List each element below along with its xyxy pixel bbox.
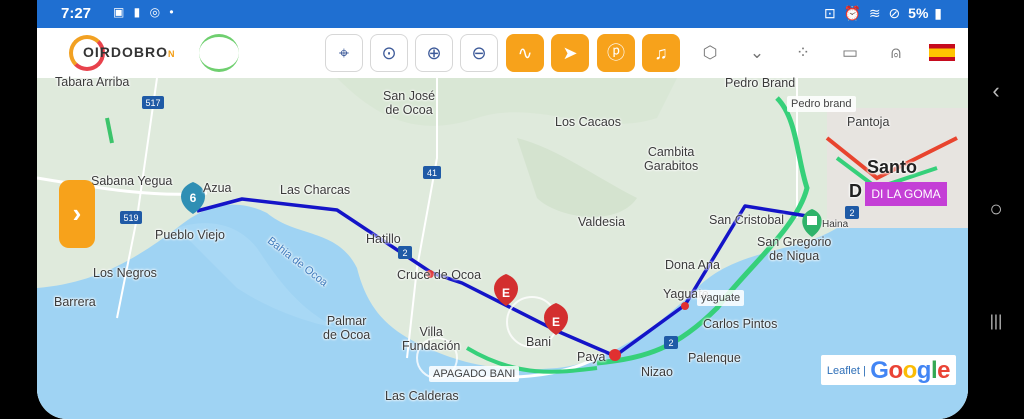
navigate-icon: ➤ (562, 43, 578, 63)
place-carlos-pintos: Carlos Pintos (703, 317, 778, 331)
map-view[interactable]: 517 519 41 2 2 2 6 E E Tabara Arriba San… (37, 75, 968, 419)
locate-icon: ⌖ (338, 43, 350, 63)
locate-button[interactable]: ⌖ (325, 34, 363, 72)
place-pedro-brand: Pedro Brand (725, 76, 796, 90)
place-palmar-de-ocoa: Palmar de Ocoa (323, 314, 371, 342)
leaflet-link[interactable]: Leaflet | (827, 365, 866, 377)
shield-517: 517 (145, 98, 160, 108)
place-barrera: Barrera (54, 295, 96, 309)
android-nav-bar: ‹ ○ ||| (968, 0, 1024, 419)
place-dona-ana: Dona Ana (665, 258, 720, 272)
place-pantoja: Pantoja (847, 115, 890, 129)
logo-text: OIRDOBRO (83, 44, 168, 60)
place-azua: Azua (203, 181, 232, 195)
place-las-calderas: Las Calderas (385, 389, 459, 403)
status-right-icons: ⊡ ⏰ ≋ ⊘ 5% ▮ (823, 5, 944, 21)
place-san-jose-de-ocoa: San José de Ocoa (383, 89, 436, 117)
app-toolbar: OIRDOBRON ⌖ ⊙ ⊕ ⊖ ∿ ➤ ⓟ ♫ ⬡ ⌄ ⁘ ▭ ⍝ (37, 28, 968, 78)
tag-pedro-brand[interactable]: Pedro brand (787, 96, 856, 112)
shield-2a: 2 (402, 248, 407, 258)
marker-e-1: E (502, 286, 510, 300)
place-bani: Bani (526, 335, 552, 349)
place-cambita-garabitos: Cambita Garabitos (644, 145, 699, 173)
alerts-button[interactable]: ♫ (642, 34, 680, 72)
navigate-button[interactable]: ➤ (551, 34, 589, 72)
place-san-gregorio-de-nigua: San Gregorio de Nigua (757, 235, 832, 263)
language-flag-icon[interactable] (929, 44, 955, 61)
pin-button[interactable]: ⊙ (370, 34, 408, 72)
battery-level: 5% (908, 5, 929, 21)
pin-icon: ⊙ (381, 43, 397, 63)
cluster-count: 6 (190, 191, 197, 205)
zoom-out-icon: ⊖ (471, 43, 487, 63)
user-icon[interactable]: ⍝ (883, 40, 909, 66)
place-paya: Paya (577, 350, 606, 364)
marker-e-2: E (552, 315, 560, 329)
back-nav-button[interactable]: ‹ (984, 78, 1008, 104)
poi-label-di-la-goma[interactable]: DI LA GOMA (865, 182, 947, 206)
shield-519: 519 (123, 213, 138, 223)
place-d: D (849, 181, 862, 201)
place-hatillo: Hatillo (366, 232, 401, 246)
zoom-out-button[interactable]: ⊖ (460, 34, 498, 72)
home-nav-button[interactable]: ○ (984, 196, 1008, 222)
place-los-negros: Los Negros (93, 266, 157, 280)
place-sabana-yegua: Sabana Yegua (91, 174, 173, 188)
sidebar-toggle-button[interactable]: › (59, 180, 95, 248)
parking-button[interactable]: ⓟ (597, 34, 635, 72)
place-palenque: Palenque (688, 351, 741, 365)
status-bar: 7:27 ▣ ▮ ◎ • ⊡ ⏰ ≋ ⊘ 5% ▮ (37, 0, 968, 28)
zoom-in-button[interactable]: ⊕ (415, 34, 453, 72)
hexagon-icon[interactable]: ⬡ (697, 40, 723, 66)
parking-icon: ⓟ (607, 43, 625, 63)
tag-yaguate[interactable]: yaguate (697, 290, 745, 306)
place-santo: Santo (867, 157, 918, 177)
route-button[interactable]: ∿ (506, 34, 544, 72)
bell-icon: ♫ (654, 43, 668, 63)
place-pueblo-viejo: Pueblo Viejo (155, 228, 225, 242)
place-los-cacaos: Los Cacaos (555, 115, 622, 129)
app-screen: 7:27 ▣ ▮ ◎ • ⊡ ⏰ ≋ ⊘ 5% ▮ OIRDOBRON ⌖ ⊙ … (37, 0, 968, 419)
place-cruce-de-ocoa: Cruce de Ocoa (397, 268, 482, 282)
shield-2b: 2 (668, 338, 673, 348)
phone-frame: 7:27 ▣ ▮ ◎ • ⊡ ⏰ ≋ ⊘ 5% ▮ OIRDOBRON ⌖ ⊙ … (0, 0, 1024, 419)
shield-2c: 2 (849, 208, 854, 218)
route-icon: ∿ (517, 43, 533, 63)
place-las-charcas: Las Charcas (280, 183, 351, 197)
grid-icon[interactable]: ⁘ (790, 40, 816, 66)
place-tabara-arriba: Tabara Arriba (55, 75, 130, 89)
logo-suffix: N (168, 49, 176, 59)
place-haina: Haina (822, 219, 849, 230)
status-time: 7:27 (61, 5, 92, 22)
recents-nav-button[interactable]: ||| (984, 313, 1008, 331)
map-attribution: Leaflet | Google (820, 355, 956, 385)
place-villa-fundacion: Villa Fundación (402, 325, 461, 353)
place-valdesia: Valdesia (578, 215, 626, 229)
chevron-down-icon[interactable]: ⌄ (744, 40, 770, 66)
google-logo: Google (870, 357, 950, 384)
chevron-right-icon: › (72, 198, 82, 228)
logo: OIRDOBRON (83, 44, 176, 60)
connection-indicator (199, 34, 239, 72)
place-san-cristobal: San Cristobal (709, 213, 785, 227)
chat-icon[interactable]: ▭ (837, 40, 863, 66)
zoom-in-icon: ⊕ (426, 43, 442, 63)
place-nizao: Nizao (641, 365, 673, 379)
tag-apagado-bani[interactable]: APAGADO BANI (429, 366, 520, 382)
shield-41: 41 (427, 168, 437, 178)
status-notification-icons: ▣ ▮ ◎ • (113, 5, 177, 19)
